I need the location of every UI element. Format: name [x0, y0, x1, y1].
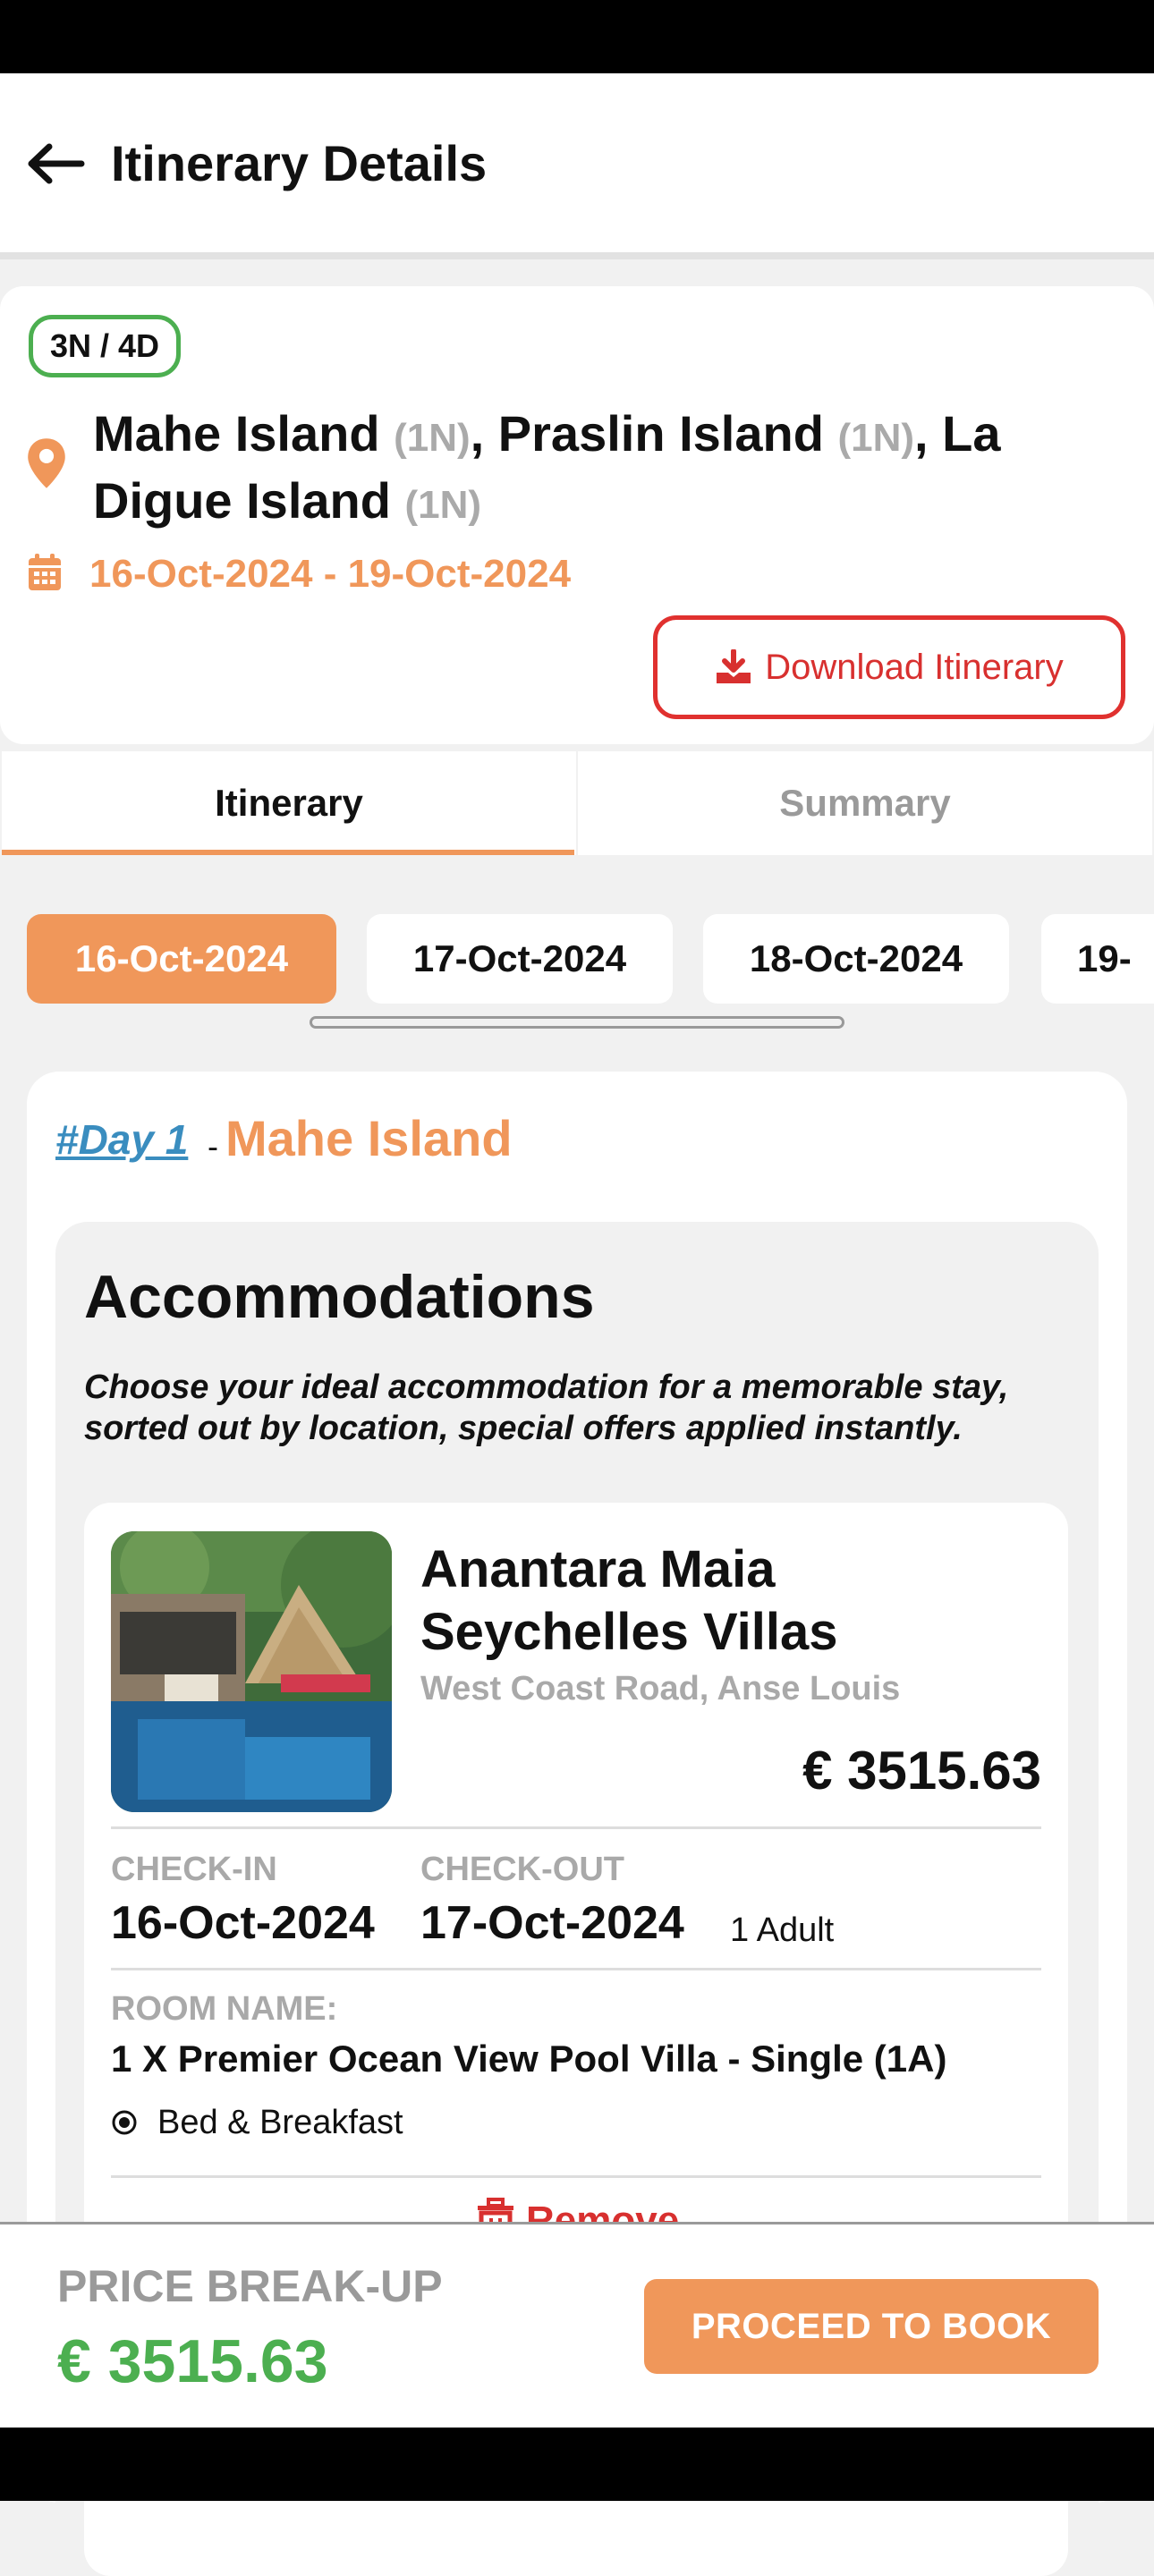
date-chip[interactable]: 18-Oct-2024	[703, 914, 1009, 1004]
checkout-date: 17-Oct-2024	[420, 1897, 684, 1949]
calendar-icon	[29, 554, 61, 590]
price-breakup-label[interactable]: PRICE BREAK-UP	[57, 2259, 443, 2313]
proceed-to-book-button[interactable]: PROCEED TO BOOK	[644, 2279, 1099, 2374]
checkin-date: 16-Oct-2024	[111, 1897, 375, 1949]
status-bar	[0, 0, 1154, 73]
active-tab-indicator	[2, 850, 574, 855]
navigation-bar	[0, 2428, 1154, 2501]
room-name-label: ROOM NAME:	[111, 1990, 338, 2028]
destination-nights: (1N)	[394, 416, 471, 460]
download-itinerary-button[interactable]: Download Itinerary	[653, 615, 1125, 719]
accommodations-title: Accommodations	[84, 1263, 595, 1331]
day-separator: -	[208, 1128, 218, 1165]
date-chip[interactable]: 16-Oct-2024	[27, 914, 336, 1004]
day-place: Mahe Island	[225, 1110, 513, 1166]
destination-separator: ,	[470, 405, 498, 462]
page-title: Itinerary Details	[111, 135, 488, 191]
radio-selected-icon	[112, 2110, 137, 2135]
duration-badge: 3N / 4D	[29, 315, 181, 377]
date-chip-scrollbar[interactable]	[310, 1016, 844, 1029]
destination-nights: (1N)	[404, 483, 482, 527]
hotel-photo	[111, 1531, 392, 1812]
trip-destinations: Mahe Island (1N), Praslin Island (1N), L…	[93, 402, 1104, 537]
hotel-price: € 3515.63	[802, 1741, 1041, 1801]
date-chip[interactable]: 17-Oct-2024	[367, 914, 673, 1004]
back-arrow-icon	[28, 143, 85, 184]
destination-separator: ,	[914, 405, 943, 462]
total-price: € 3515.63	[57, 2327, 328, 2395]
tab-itinerary[interactable]: Itinerary	[2, 751, 576, 855]
back-button[interactable]	[21, 132, 91, 195]
header-divider	[0, 252, 1154, 259]
meal-plan-label: Bed & Breakfast	[157, 2104, 403, 2141]
accommodations-description: Choose your ideal accommodation for a me…	[84, 1368, 1009, 1447]
destination-nights: (1N)	[837, 416, 915, 460]
divider	[111, 1826, 1041, 1829]
tab-summary[interactable]: Summary	[578, 751, 1152, 855]
day-link[interactable]: #Day 1	[55, 1111, 188, 1168]
hotel-image[interactable]	[111, 1531, 392, 1812]
trip-dates: 16-Oct-2024 - 19-Oct-2024	[89, 552, 572, 596]
hotel-address: West Coast Road, Anse Louis	[420, 1670, 901, 1707]
location-pin-icon	[28, 438, 65, 488]
destination-name: Mahe Island	[93, 405, 380, 462]
download-icon	[717, 649, 751, 683]
hotel-name: Anantara Maia Seychelles Villas	[420, 1540, 838, 1661]
guest-count: 1 Adult	[730, 1911, 835, 1949]
divider	[111, 2175, 1041, 2178]
meal-plan: Bed & Breakfast	[111, 2100, 403, 2145]
download-itinerary-label: Download Itinerary	[765, 647, 1064, 687]
room-name: 1 X Premier Ocean View Pool Villa - Sing…	[111, 2038, 947, 2080]
checkin-label: CHECK-IN	[111, 1851, 277, 1888]
divider	[111, 1968, 1041, 1970]
checkout-label: CHECK-OUT	[420, 1851, 624, 1888]
destination-name: Praslin Island	[497, 405, 824, 462]
date-chip[interactable]: 19-	[1041, 914, 1154, 1004]
